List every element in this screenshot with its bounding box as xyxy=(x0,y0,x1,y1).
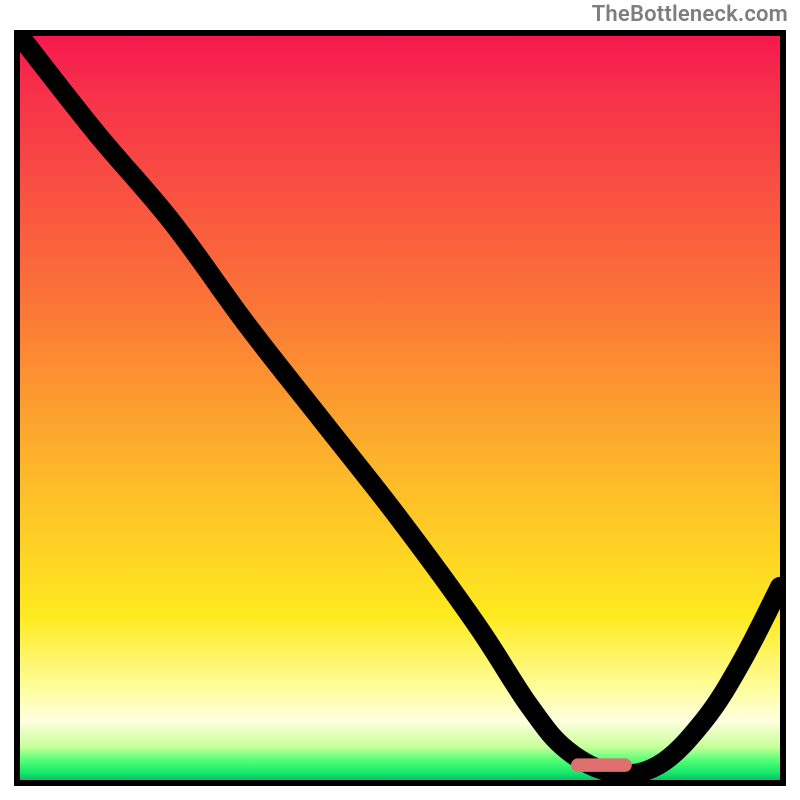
chart-container: TheBottleneck.com xyxy=(0,0,800,800)
attribution-text: TheBottleneck.com xyxy=(592,2,788,27)
highlight-marker xyxy=(571,758,632,771)
axis-border-bottom xyxy=(14,780,786,786)
axis-border-right xyxy=(780,30,786,786)
plot-frame xyxy=(14,30,786,786)
bottleneck-curve xyxy=(20,36,780,774)
plot-area xyxy=(14,30,786,786)
axis-border-left xyxy=(14,30,20,786)
axis-border-top xyxy=(14,30,786,36)
chart-svg xyxy=(20,36,780,780)
